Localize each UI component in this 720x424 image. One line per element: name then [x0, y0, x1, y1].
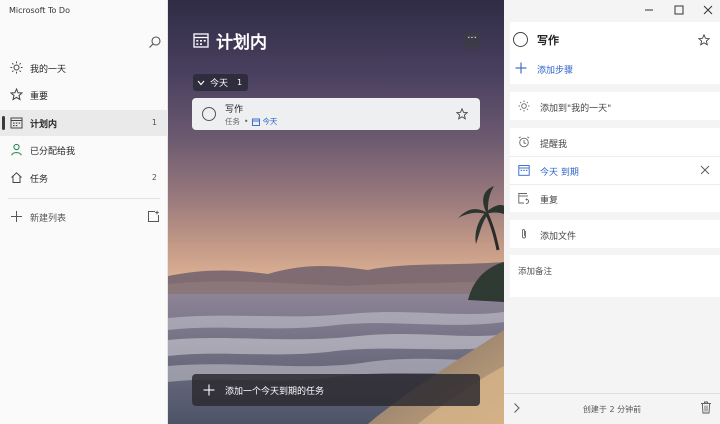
due-date-label: 今天 到期 [540, 168, 579, 178]
person-icon [11, 143, 22, 156]
close-icon[interactable] [700, 165, 710, 175]
task-title: 写作 [225, 105, 244, 115]
sidebar-item-count: 2 [151, 173, 157, 182]
due-date-button[interactable]: 今天 到期 [510, 156, 720, 184]
task-list-name: 任务 [225, 117, 240, 126]
plus-icon [515, 62, 527, 74]
sidebar-item-planned[interactable]: 计划内 1 [0, 110, 168, 136]
alarm-clock-icon [518, 136, 530, 148]
file-card: 添加文件 [510, 220, 720, 248]
star-icon[interactable] [698, 34, 710, 46]
add-to-my-day-button[interactable]: 添加到"我的一天" [510, 92, 720, 120]
repeat-label: 重复 [540, 196, 559, 206]
trash-icon[interactable] [700, 401, 712, 414]
new-group-icon[interactable] [147, 210, 160, 223]
new-list-label: 新建列表 [30, 214, 67, 224]
group-label: 今天 [210, 79, 229, 89]
sidebar-item-label: 计划内 [30, 120, 58, 130]
meta-separator: • [244, 117, 249, 126]
task-item[interactable]: 写作 任务 • 今天 [192, 98, 480, 130]
search-icon[interactable] [148, 35, 162, 49]
star-icon[interactable] [456, 108, 468, 120]
note-field[interactable]: 添加备注 [510, 255, 720, 297]
sun-icon [10, 61, 23, 74]
task-due: 今天 [252, 116, 277, 127]
dates-card: 提醒我 今天 到期 重复 [510, 128, 720, 212]
add-task-placeholder: 添加一个今天到期的任务 [225, 387, 325, 397]
calendar-icon [252, 118, 261, 126]
group-header-today[interactable]: 今天 1 [193, 74, 249, 91]
app-title: Microsoft To Do [9, 6, 70, 15]
complete-task-checkbox[interactable] [202, 107, 216, 121]
sidebar-item-label: 任务 [30, 175, 49, 185]
calendar-icon [518, 165, 530, 176]
footer-divider [504, 393, 720, 394]
add-step-label: 添加步骤 [537, 66, 574, 76]
remind-me-button[interactable]: 提醒我 [510, 128, 720, 156]
task-meta: 任务 • 今天 [225, 116, 277, 127]
sidebar-item-label: 重要 [30, 92, 49, 102]
sidebar-item-label: 我的一天 [30, 65, 67, 75]
my-day-card: 添加到"我的一天" [510, 92, 720, 120]
sidebar: Microsoft To Do 我的一天 重要 计划内 1 已分配给我 任务 2… [0, 0, 168, 424]
created-timestamp: 创建于 2 分钟前 [582, 405, 642, 414]
home-icon [11, 172, 22, 183]
sidebar-item-tasks[interactable]: 任务 2 [0, 165, 168, 191]
add-to-my-day-label: 添加到"我的一天" [540, 104, 612, 114]
paperclip-icon [522, 229, 526, 239]
detail-pane: 写作 添加步骤 添加到"我的一天" 提醒我 今天 到期 重复 添加文件 添加备注… [504, 0, 720, 424]
repeat-calendar-icon [518, 193, 530, 204]
group-count: 1 [237, 78, 243, 87]
star-icon [10, 88, 23, 101]
new-list-button[interactable]: 新建列表 [0, 205, 168, 229]
task-due-label: 今天 [262, 117, 278, 126]
detail-task-title[interactable]: 写作 [537, 32, 559, 48]
sidebar-divider [8, 198, 160, 199]
sidebar-item-important[interactable]: 重要 [0, 82, 168, 108]
add-file-button[interactable]: 添加文件 [510, 220, 720, 248]
sidebar-item-count: 1 [151, 118, 157, 127]
add-task-input[interactable]: 添加一个今天到期的任务 [192, 374, 480, 406]
calendar-icon [10, 117, 23, 129]
sidebar-item-my-day[interactable]: 我的一天 [0, 55, 168, 81]
more-options-button[interactable]: ··· [463, 33, 481, 49]
page-title: 计划内 [216, 33, 267, 53]
add-file-label: 添加文件 [540, 232, 577, 242]
sidebar-item-label: 已分配给我 [30, 147, 76, 157]
maximize-icon[interactable] [673, 4, 685, 16]
repeat-button[interactable]: 重复 [510, 184, 720, 212]
chevron-down-icon [197, 80, 205, 85]
plus-icon [11, 211, 22, 222]
main-panel: 计划内 ··· 今天 1 写作 任务 • 今天 添加一个今天到期的任务 [168, 0, 504, 424]
add-step-button[interactable]: 添加步骤 [514, 61, 704, 77]
remind-me-label: 提醒我 [540, 140, 568, 150]
calendar-icon [193, 33, 209, 48]
sidebar-item-assigned[interactable]: 已分配给我 [0, 137, 168, 163]
close-icon[interactable] [702, 4, 714, 16]
beach-background [168, 186, 504, 424]
complete-task-checkbox[interactable] [513, 32, 528, 47]
sun-icon [518, 100, 530, 112]
plus-icon [203, 384, 215, 396]
note-placeholder: 添加备注 [518, 267, 553, 277]
minimize-icon[interactable] [643, 4, 655, 16]
